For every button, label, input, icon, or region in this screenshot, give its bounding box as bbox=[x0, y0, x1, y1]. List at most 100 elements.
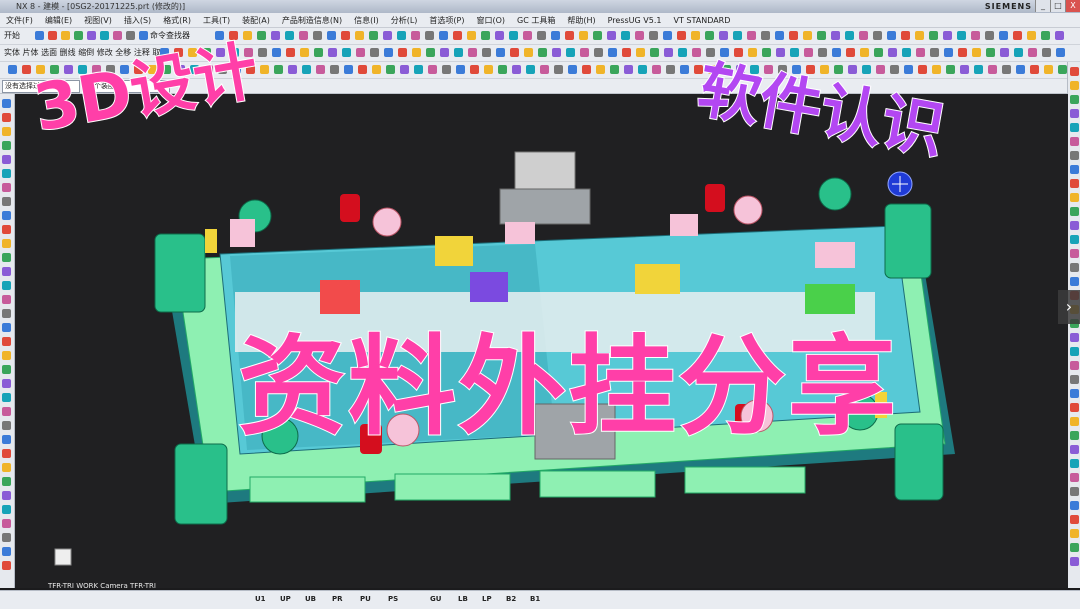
toolbar-tool-icon[interactable] bbox=[789, 31, 798, 40]
toolbar-tool-icon[interactable] bbox=[87, 31, 96, 40]
side-tool-icon[interactable] bbox=[2, 379, 11, 388]
menu-analysis[interactable]: 分析(L) bbox=[385, 15, 424, 26]
toolbar-tool-icon[interactable] bbox=[372, 65, 381, 74]
toolbar-tool-icon[interactable] bbox=[565, 31, 574, 40]
toolbar-tool-icon[interactable] bbox=[1000, 48, 1009, 57]
menu-info[interactable]: 信息(I) bbox=[348, 15, 385, 26]
menu-view[interactable]: 视图(V) bbox=[78, 15, 118, 26]
toolbar-tool-icon[interactable] bbox=[873, 31, 882, 40]
toolbar-tool-icon[interactable] bbox=[398, 48, 407, 57]
tool-pr[interactable]: PR bbox=[332, 595, 343, 603]
side-tool-icon[interactable] bbox=[1070, 193, 1079, 202]
toolbar-tool-icon[interactable] bbox=[874, 48, 883, 57]
side-tool-icon[interactable] bbox=[1070, 347, 1079, 356]
toolbar-tool-icon[interactable] bbox=[495, 31, 504, 40]
side-tool-icon[interactable] bbox=[1070, 263, 1079, 272]
toolbar-tool-icon[interactable] bbox=[1016, 65, 1025, 74]
toolbar-tool-icon[interactable] bbox=[580, 48, 589, 57]
toolbar-tool-icon[interactable] bbox=[414, 65, 423, 74]
toolbar-tool-icon[interactable] bbox=[299, 31, 308, 40]
toolbar-tool-icon[interactable] bbox=[411, 31, 420, 40]
toolbar-tool-icon[interactable] bbox=[383, 31, 392, 40]
toolbar-tool-icon[interactable] bbox=[664, 48, 673, 57]
side-tool-icon[interactable] bbox=[1070, 431, 1079, 440]
toolbar-tool-icon[interactable] bbox=[400, 65, 409, 74]
side-tool-icon[interactable] bbox=[1070, 501, 1079, 510]
toolbar-tool-icon[interactable] bbox=[649, 31, 658, 40]
menu-pressug[interactable]: PressUG V5.1 bbox=[602, 16, 668, 25]
toolbar-tool-icon[interactable] bbox=[61, 31, 70, 40]
toolbar-tool-icon[interactable] bbox=[692, 48, 701, 57]
side-tool-icon[interactable] bbox=[1070, 487, 1079, 496]
toolbar-tool-icon[interactable] bbox=[330, 65, 339, 74]
toolbar-tool-icon[interactable] bbox=[971, 31, 980, 40]
toolbar-tool-icon[interactable] bbox=[568, 65, 577, 74]
toolbar-tool-icon[interactable] bbox=[901, 31, 910, 40]
side-tool-icon[interactable] bbox=[1070, 249, 1079, 258]
toolbar-tool-icon[interactable] bbox=[274, 65, 283, 74]
toolbar-tool-icon[interactable] bbox=[635, 31, 644, 40]
toolbar-tool-icon[interactable] bbox=[636, 48, 645, 57]
toolbar-tool-icon[interactable] bbox=[593, 31, 602, 40]
menu-pmi[interactable]: 产品制造信息(N) bbox=[276, 15, 348, 26]
side-tool-icon[interactable] bbox=[2, 323, 11, 332]
toolbar-tool-icon[interactable] bbox=[719, 31, 728, 40]
menu-file[interactable]: 文件(F) bbox=[0, 15, 39, 26]
tool-pu[interactable]: PU bbox=[360, 595, 371, 603]
toolbar-tool-icon[interactable] bbox=[624, 65, 633, 74]
toolbar-tool-icon[interactable] bbox=[341, 31, 350, 40]
toolbar-tool-icon[interactable] bbox=[594, 48, 603, 57]
toolbar-tool-icon[interactable] bbox=[666, 65, 675, 74]
tool-up[interactable]: UP bbox=[280, 595, 291, 603]
toolbar-tool-icon[interactable] bbox=[621, 31, 630, 40]
side-tool-icon[interactable] bbox=[1070, 207, 1079, 216]
side-tool-icon[interactable] bbox=[2, 211, 11, 220]
side-tool-icon[interactable] bbox=[2, 281, 11, 290]
toolbar-tool-icon[interactable] bbox=[958, 48, 967, 57]
side-tool-icon[interactable] bbox=[2, 547, 11, 556]
tool-solid[interactable]: 实体 bbox=[4, 48, 20, 57]
toolbar-tool-icon[interactable] bbox=[608, 48, 617, 57]
toolbar-tool-icon[interactable] bbox=[302, 65, 311, 74]
side-tool-icon[interactable] bbox=[2, 491, 11, 500]
toolbar-tool-icon[interactable] bbox=[257, 31, 266, 40]
toolbar-tool-icon[interactable] bbox=[1042, 48, 1051, 57]
close-button[interactable]: X bbox=[1065, 0, 1080, 12]
toolbar-tool-icon[interactable] bbox=[915, 31, 924, 40]
toolbar-tool-icon[interactable] bbox=[733, 31, 742, 40]
toolbar-tool-icon[interactable] bbox=[985, 31, 994, 40]
side-tool-icon[interactable] bbox=[2, 407, 11, 416]
side-tool-icon[interactable] bbox=[2, 449, 11, 458]
toolbar-tool-icon[interactable] bbox=[288, 65, 297, 74]
toolbar-tool-icon[interactable] bbox=[691, 31, 700, 40]
toolbar-tool-icon[interactable] bbox=[355, 31, 364, 40]
side-tool-icon[interactable] bbox=[1070, 221, 1079, 230]
toolbar-tool-icon[interactable] bbox=[986, 48, 995, 57]
toolbar-tool-icon[interactable] bbox=[1030, 65, 1039, 74]
side-tool-icon[interactable] bbox=[2, 309, 11, 318]
toolbar-tool-icon[interactable] bbox=[286, 48, 295, 57]
toolbar-tool-icon[interactable] bbox=[999, 31, 1008, 40]
toolbar-tool-icon[interactable] bbox=[369, 31, 378, 40]
toolbar-tool-icon[interactable] bbox=[509, 31, 518, 40]
toolbar-tool-icon[interactable] bbox=[610, 65, 619, 74]
toolbar-tool-icon[interactable] bbox=[761, 31, 770, 40]
side-tool-icon[interactable] bbox=[1070, 445, 1079, 454]
toolbar-tool-icon[interactable] bbox=[356, 48, 365, 57]
toolbar-tool-icon[interactable] bbox=[929, 31, 938, 40]
side-tool-icon[interactable] bbox=[2, 351, 11, 360]
side-tool-icon[interactable] bbox=[1070, 95, 1079, 104]
toolbar-tool-icon[interactable] bbox=[1027, 31, 1036, 40]
toolbar-tool-icon[interactable] bbox=[397, 31, 406, 40]
toolbar-tool-icon[interactable] bbox=[328, 48, 337, 57]
toolbar-tool-icon[interactable] bbox=[960, 65, 969, 74]
toolbar-tool-icon[interactable] bbox=[817, 31, 826, 40]
toolbar-tool-icon[interactable] bbox=[498, 65, 507, 74]
toolbar-tool-icon[interactable] bbox=[342, 48, 351, 57]
toolbar-tool-icon[interactable] bbox=[386, 65, 395, 74]
tool-b1[interactable]: B1 bbox=[530, 595, 540, 603]
toolbar-tool-icon[interactable] bbox=[510, 48, 519, 57]
toolbar-tool-icon[interactable] bbox=[440, 48, 449, 57]
side-tool-icon[interactable] bbox=[1070, 151, 1079, 160]
toolbar-tool-icon[interactable] bbox=[552, 48, 561, 57]
